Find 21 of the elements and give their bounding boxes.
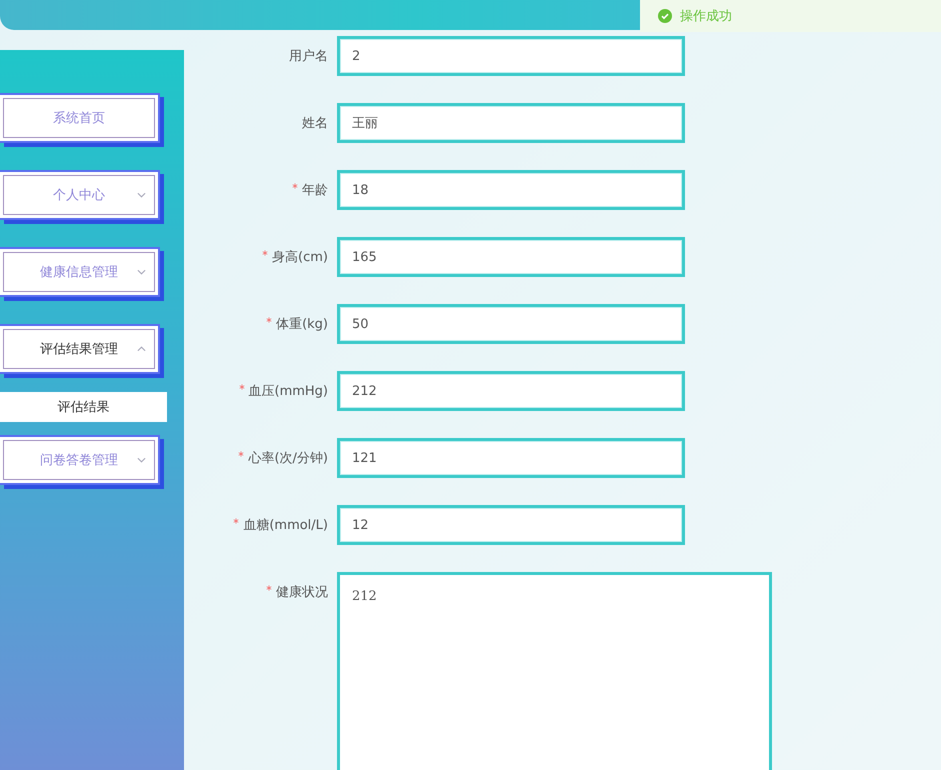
input-field[interactable]: 18	[337, 170, 685, 210]
field-label: 身高(cm)	[272, 249, 328, 266]
field-label: 姓名	[302, 115, 328, 132]
input-field[interactable]: 50	[337, 304, 685, 344]
field-label: 用户名	[289, 48, 328, 65]
input-field[interactable]: 12	[337, 505, 685, 545]
input-field[interactable]: 121	[337, 438, 685, 478]
input-field[interactable]: 212	[337, 371, 685, 411]
check-icon	[658, 9, 672, 23]
input-field[interactable]: 2	[337, 36, 685, 76]
field-label: 血糖(mmol/L)	[243, 517, 328, 534]
field-label: 体重(kg)	[276, 316, 328, 333]
field-label: 健康状况	[276, 584, 328, 601]
text-area[interactable]: 212	[337, 572, 772, 770]
field-label: 年龄	[302, 182, 328, 199]
field-label: 心率(次/分钟)	[248, 450, 328, 467]
field-label: 血压(mmHg)	[248, 383, 328, 400]
input-field[interactable]: 165	[337, 237, 685, 277]
toast-message: 操作成功	[680, 8, 732, 25]
input-field[interactable]: 王丽	[337, 103, 685, 143]
submenu-item[interactable]: 评估结果	[0, 392, 167, 422]
